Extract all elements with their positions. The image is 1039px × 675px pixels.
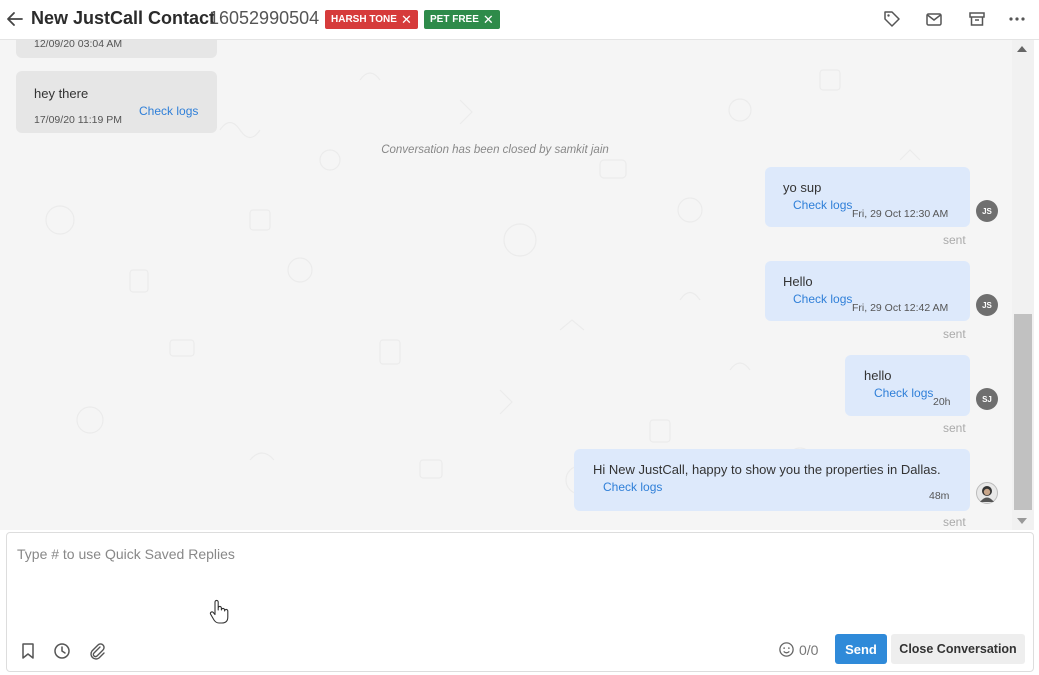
incoming-message-bubble: 12/09/20 03:04 AM (16, 40, 217, 58)
message-status: sent (943, 515, 966, 529)
check-logs-link[interactable]: Check logs (603, 480, 662, 494)
avatar: JS (976, 200, 998, 222)
tag-label: PET FREE (430, 14, 479, 25)
check-logs-link[interactable]: Check logs (139, 104, 198, 118)
more-icon[interactable] (1005, 7, 1029, 31)
close-conversation-button[interactable]: Close Conversation (891, 634, 1025, 664)
message-status: sent (943, 327, 966, 341)
contact-phone: 16052990504 (209, 8, 320, 28)
clock-icon[interactable] (52, 641, 72, 661)
sms-counter: 0/0 (778, 641, 818, 658)
message-thread[interactable]: 12/09/20 03:04 AM hey there Check logs 1… (0, 40, 1012, 530)
archive-icon[interactable] (965, 7, 989, 31)
system-note: Conversation has been closed by samkit j… (381, 144, 609, 156)
mail-icon[interactable] (922, 7, 946, 31)
message-composer: 0/0 Send Close Conversation (6, 532, 1034, 672)
emoji-icon[interactable] (778, 641, 795, 658)
message-status: sent (943, 421, 966, 435)
conversation-header: New JustCall Contact 16052990504 HARSH T… (0, 0, 1039, 40)
remove-tag-icon[interactable]: ✕ (401, 13, 412, 26)
send-button[interactable]: Send (835, 634, 887, 664)
tag-icon[interactable] (880, 7, 904, 31)
character-count: 0/0 (799, 641, 819, 658)
outgoing-message-bubble: Hello Check logs Fri, 29 Oct 12:42 AM (765, 261, 970, 321)
avatar-photo (976, 482, 998, 504)
message-time: Fri, 29 Oct 12:42 AM (852, 302, 949, 314)
avatar: SJ (976, 388, 998, 410)
tag-label: HARSH TONE (331, 14, 397, 25)
message-time: 12/09/20 03:04 AM (34, 40, 123, 50)
tag-harsh-tone: HARSH TONE ✕ (325, 10, 418, 29)
message-status: sent (943, 233, 966, 247)
outgoing-message-bubble: hello Check logs 20h (845, 355, 970, 416)
message-time: 17/09/20 11:19 PM (34, 114, 122, 126)
bookmark-icon[interactable] (18, 641, 38, 661)
outgoing-message-bubble: yo sup Check logs Fri, 29 Oct 12:30 AM (765, 167, 970, 227)
message-time: 48m (929, 490, 950, 502)
message-input[interactable] (7, 533, 1033, 628)
paperclip-icon[interactable] (87, 641, 107, 661)
message-text: yo sup (783, 180, 822, 195)
scrollbar-thumb[interactable] (1014, 314, 1032, 510)
message-time: 20h (933, 396, 951, 408)
remove-tag-icon[interactable]: ✕ (483, 13, 494, 26)
check-logs-link[interactable]: Check logs (874, 386, 933, 400)
message-time: Fri, 29 Oct 12:30 AM (852, 208, 949, 220)
scroll-down-arrow-icon[interactable] (1017, 518, 1027, 524)
check-logs-link[interactable]: Check logs (793, 198, 852, 212)
outgoing-message-bubble: Hi New JustCall, happy to show you the p… (574, 449, 970, 511)
hand-cursor-icon (208, 598, 232, 626)
message-text: hey there (34, 86, 89, 101)
incoming-message-bubble: hey there Check logs 17/09/20 11:19 PM (16, 71, 217, 133)
avatar: JS (976, 294, 998, 316)
message-text: hello (864, 368, 892, 383)
message-text: Hi New JustCall, happy to show you the p… (593, 462, 941, 477)
scroll-up-arrow-icon[interactable] (1017, 46, 1027, 52)
message-text: Hello (783, 274, 813, 289)
contact-name: New JustCall Contact (31, 8, 216, 28)
tag-pet-free: PET FREE ✕ (424, 10, 500, 29)
check-logs-link[interactable]: Check logs (793, 292, 852, 306)
thread-scrollbar[interactable] (1012, 40, 1034, 530)
back-arrow-icon[interactable] (4, 8, 26, 30)
